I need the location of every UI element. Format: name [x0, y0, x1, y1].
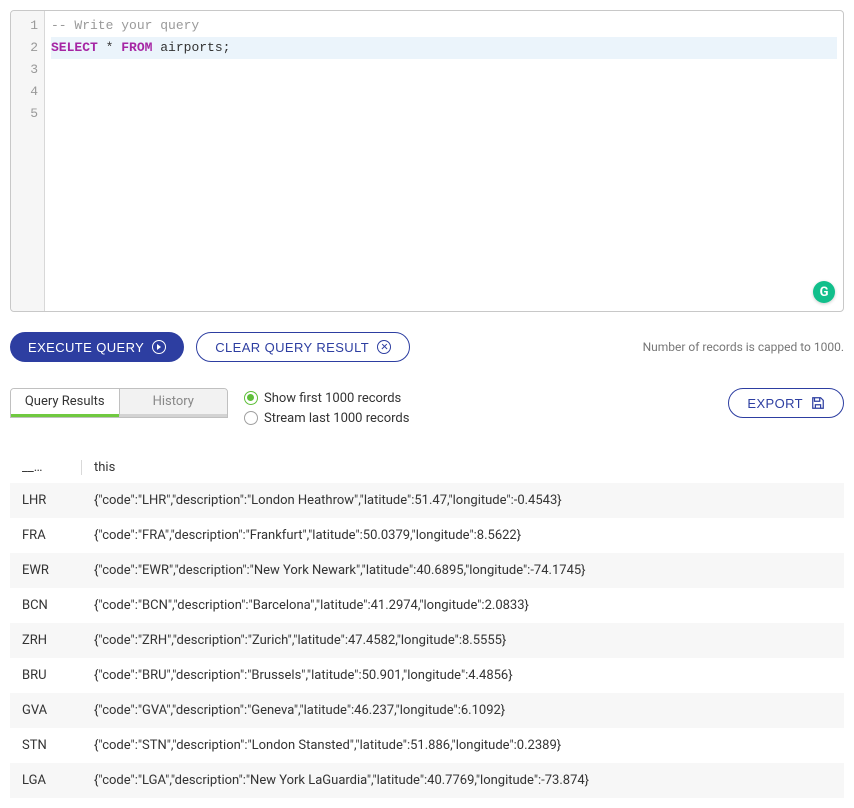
- cell-this: {"code":"BCN","description":"Barcelona",…: [82, 588, 844, 623]
- records-cap-caption: Number of records is capped to 1000.: [643, 340, 844, 354]
- cell-this: {"code":"LHR","description":"London Heat…: [82, 483, 844, 518]
- cell-key: BCN: [10, 588, 82, 623]
- mid-row: Query Results History Show first 1000 re…: [10, 388, 844, 428]
- table-header-row: __… this: [10, 452, 844, 483]
- line-number: 5: [11, 103, 44, 125]
- radio-label: Stream last 1000 records: [264, 411, 409, 426]
- table-row[interactable]: FRA{"code":"FRA","description":"Frankfur…: [10, 518, 844, 553]
- table-row[interactable]: GVA{"code":"GVA","description":"Geneva",…: [10, 693, 844, 728]
- controls-row: EXECUTE QUERY CLEAR QUERY RESULT Number …: [10, 332, 844, 362]
- cell-this: {"code":"STN","description":"London Stan…: [82, 728, 844, 763]
- grammarly-icon[interactable]: G: [813, 281, 835, 303]
- cell-this: {"code":"FRA","description":"Frankfurt",…: [82, 518, 844, 553]
- play-icon: [152, 340, 166, 354]
- cell-this: {"code":"ZRH","description":"Zurich","la…: [82, 623, 844, 658]
- radio-stream-last[interactable]: Stream last 1000 records: [244, 408, 409, 428]
- cell-key: BRU: [10, 658, 82, 693]
- table-row[interactable]: EWR{"code":"EWR","description":"New York…: [10, 553, 844, 588]
- results-table: __… this LHR{"code":"LHR","description":…: [10, 452, 844, 798]
- code-line: -- Write your query: [51, 15, 837, 37]
- execute-query-label: EXECUTE QUERY: [28, 340, 144, 355]
- cell-key: ZRH: [10, 623, 82, 658]
- radio-icon: [244, 391, 258, 405]
- cell-key: STN: [10, 728, 82, 763]
- table-row[interactable]: ZRH{"code":"ZRH","description":"Zurich",…: [10, 623, 844, 658]
- cell-this: {"code":"BRU","description":"Brussels","…: [82, 658, 844, 693]
- table-row[interactable]: STN{"code":"STN","description":"London S…: [10, 728, 844, 763]
- tab-query-results[interactable]: Query Results: [11, 389, 119, 417]
- code-area[interactable]: -- Write your query SELECT * FROM airpor…: [45, 11, 843, 311]
- editor-gutter: 1 2 3 4 5: [11, 11, 45, 311]
- clear-query-label: CLEAR QUERY RESULT: [215, 340, 369, 355]
- save-icon: [811, 396, 825, 410]
- col-key-header[interactable]: __…: [10, 452, 82, 483]
- cell-this: {"code":"GVA","description":"Geneva","la…: [82, 693, 844, 728]
- line-number: 4: [11, 81, 44, 103]
- radio-label: Show first 1000 records: [264, 391, 401, 406]
- clear-icon: [377, 340, 391, 354]
- clear-query-result-button[interactable]: CLEAR QUERY RESULT: [196, 332, 410, 362]
- line-number: 1: [11, 15, 44, 37]
- export-button[interactable]: EXPORT: [728, 388, 844, 418]
- cell-key: EWR: [10, 553, 82, 588]
- table-row[interactable]: LHR{"code":"LHR","description":"London H…: [10, 483, 844, 518]
- table-row[interactable]: BCN{"code":"BCN","description":"Barcelon…: [10, 588, 844, 623]
- col-this-header[interactable]: this: [82, 452, 844, 483]
- table-row[interactable]: LGA{"code":"LGA","description":"New York…: [10, 763, 844, 798]
- cell-key: GVA: [10, 693, 82, 728]
- execute-query-button[interactable]: EXECUTE QUERY: [10, 332, 184, 362]
- sql-editor[interactable]: 1 2 3 4 5 -- Write your query SELECT * F…: [10, 10, 844, 312]
- cell-key: LHR: [10, 483, 82, 518]
- tab-history[interactable]: History: [119, 389, 228, 417]
- radio-show-first[interactable]: Show first 1000 records: [244, 388, 409, 408]
- line-number: 2: [11, 37, 44, 59]
- cell-key: LGA: [10, 763, 82, 798]
- cell-this: {"code":"LGA","description":"New York La…: [82, 763, 844, 798]
- line-number: 3: [11, 59, 44, 81]
- cell-key: FRA: [10, 518, 82, 553]
- records-radio-group: Show first 1000 records Stream last 1000…: [244, 388, 409, 428]
- table-row[interactable]: BRU{"code":"BRU","description":"Brussels…: [10, 658, 844, 693]
- export-label: EXPORT: [747, 396, 803, 411]
- radio-icon: [244, 411, 258, 425]
- result-tabs: Query Results History: [10, 388, 228, 418]
- code-line: SELECT * FROM airports;: [51, 37, 837, 59]
- cell-this: {"code":"EWR","description":"New York Ne…: [82, 553, 844, 588]
